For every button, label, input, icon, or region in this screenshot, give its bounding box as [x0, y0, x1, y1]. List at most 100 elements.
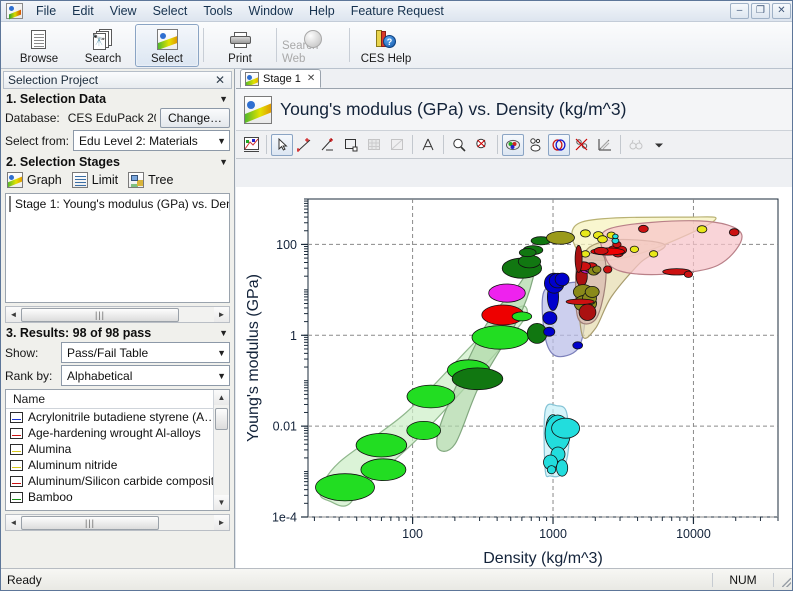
table-row[interactable]: Acrylonitrile butadiene styrene (A…	[6, 409, 213, 425]
table-row[interactable]: Aluminum/Silicon carbide composite	[6, 473, 213, 489]
table-row[interactable]: Age-hardening wrought Al-alloys	[6, 425, 213, 441]
material-color-icon	[10, 475, 23, 487]
chart-properties-icon[interactable]	[240, 134, 262, 156]
selection-project-panel: Selection Project ✕ 1. Selection Data ▼ …	[1, 69, 235, 568]
add-graph-stage-button[interactable]: Graph	[7, 172, 62, 188]
draw-line-icon[interactable]	[294, 134, 316, 156]
close-icon[interactable]: ✕	[307, 73, 315, 84]
results-table-body: Name Acrylonitrile butadiene styrene (A……	[6, 390, 213, 510]
menu-item-file[interactable]: File	[28, 2, 64, 20]
resize-grip[interactable]	[774, 569, 792, 590]
menu-item-edit[interactable]: Edit	[64, 2, 102, 20]
scroll-thumb[interactable]	[215, 408, 228, 430]
material-bubble	[696, 225, 708, 234]
scroll-thumb[interactable]: |||	[21, 307, 179, 322]
show-envelopes-icon[interactable]	[548, 133, 570, 156]
pointer-arrow-icon[interactable]	[271, 133, 293, 156]
scroll-down-icon[interactable]: ▼	[214, 495, 229, 510]
database-value: CES EduPack 200	[67, 111, 156, 125]
chart-title-bar: Young's modulus (GPa) vs. Density (kg/m^…	[236, 89, 792, 131]
material-bubble	[574, 244, 583, 273]
scroll-right-icon[interactable]: ►	[214, 515, 229, 530]
show-records-icon[interactable]	[502, 133, 524, 156]
zoom-reset-icon[interactable]	[471, 134, 493, 156]
hide-failed-icon[interactable]	[571, 134, 593, 156]
search-web-icon	[625, 134, 647, 156]
section-selection-stages-header[interactable]: 2. Selection Stages ▼	[1, 152, 234, 170]
material-bubble	[546, 230, 575, 245]
section-results-header[interactable]: 3. Results: 98 of 98 pass ▼	[1, 323, 234, 341]
chevron-down-icon[interactable]	[648, 134, 670, 156]
menu-item-feature-request[interactable]: Feature Request	[343, 2, 452, 20]
tab-stage-1[interactable]: Stage 1 ✕	[240, 69, 322, 88]
stage-list-hscrollbar[interactable]: ◄ ||| ►	[5, 306, 230, 323]
select-from-row: Select from: Edu Level 2: Materials ▼	[1, 129, 234, 152]
scroll-track[interactable]	[159, 515, 214, 530]
material-bubble	[648, 250, 659, 258]
material-bubble	[612, 233, 619, 240]
toolbar-separator	[203, 28, 204, 62]
toolbar-separator-3	[443, 135, 444, 154]
menu-item-view[interactable]: View	[102, 2, 145, 20]
show-row: Show: Pass/Fail Table ▼	[1, 341, 234, 364]
change-database-button[interactable]: Change…	[159, 108, 230, 128]
add-tree-stage-button[interactable]: Tree	[128, 172, 173, 188]
rank-by-value: Alphabetical	[67, 368, 133, 383]
zoom-icon[interactable]	[448, 134, 470, 156]
material-bubble	[551, 417, 581, 439]
scroll-left-icon[interactable]: ◄	[6, 515, 21, 530]
chevron-down-icon[interactable]: ▼	[219, 328, 228, 338]
scroll-track[interactable]	[179, 307, 214, 322]
scroll-up-icon[interactable]: ▲	[214, 390, 229, 405]
table-row[interactable]: Aluminum nitride	[6, 457, 213, 473]
results-hscrollbar[interactable]: ◄ ||| ►	[5, 514, 230, 531]
autoscale-icon[interactable]	[594, 134, 616, 156]
select-button[interactable]: Select	[135, 23, 199, 67]
menu-item-window[interactable]: Window	[241, 2, 301, 20]
material-bubble	[451, 367, 504, 391]
list-item[interactable]: Stage 1: Young's modulus (GPa) vs. Densi…	[6, 194, 229, 214]
search-button[interactable]: 🔭 Search	[71, 24, 135, 67]
add-limit-stage-button[interactable]: Limit	[71, 172, 118, 188]
y-axis-label: Young's modulus (GPa)	[245, 274, 262, 442]
table-row[interactable]: Bamboo	[6, 489, 213, 505]
search-web-button: Search Web	[281, 24, 345, 67]
minimize-button[interactable]: –	[730, 3, 749, 19]
chevron-down-icon[interactable]: ▼	[219, 157, 228, 167]
scroll-left-icon[interactable]: ◄	[6, 307, 21, 322]
material-name: Alumina	[28, 442, 72, 456]
app-logo-icon	[6, 3, 23, 19]
close-icon[interactable]: ✕	[213, 73, 227, 87]
show-dropdown[interactable]: Pass/Fail Table ▼	[61, 342, 230, 363]
section-selection-data-header[interactable]: 1. Selection Data ▼	[1, 89, 234, 107]
select-from-dropdown[interactable]: Edu Level 2: Materials ▼	[73, 130, 230, 151]
select-from-value: Edu Level 2: Materials	[79, 133, 198, 148]
browse-button[interactable]: Browse	[7, 24, 71, 67]
close-button[interactable]: ✕	[772, 3, 791, 19]
results-vscrollbar[interactable]: ▲ ▼	[213, 390, 229, 510]
chart-plot-area[interactable]: 100 1000 10000 1e-4 0.01 1 100 Density (kg/m^3)…	[236, 187, 793, 568]
results-table[interactable]: Name Acrylonitrile butadiene styrene (A……	[5, 389, 230, 511]
draw-gradient-line-icon[interactable]	[317, 134, 339, 156]
stage-list[interactable]: Stage 1: Young's modulus (GPa) vs. Densi…	[5, 193, 230, 303]
ashby-chart[interactable]: 100 1000 10000 1e-4 0.01 1 100 Density (kg/m^3)…	[236, 187, 793, 568]
add-text-icon[interactable]	[417, 134, 439, 156]
x-axis-label: Density (kg/m^3)	[483, 550, 603, 567]
rank-by-dropdown[interactable]: Alphabetical ▼	[61, 365, 230, 386]
print-button[interactable]: Print	[208, 24, 272, 67]
help-book-icon: ?	[373, 28, 399, 52]
chevron-down-icon[interactable]: ▼	[219, 94, 228, 104]
tree-icon	[128, 172, 145, 188]
page-title: Young's modulus (GPa) vs. Density (kg/m^…	[280, 99, 627, 119]
menu-item-help[interactable]: Help	[301, 2, 343, 20]
menu-item-select[interactable]: Select	[145, 2, 196, 20]
restore-button[interactable]: ❐	[751, 3, 770, 19]
draw-box-icon[interactable]	[340, 134, 362, 156]
table-row[interactable]: Alumina	[6, 441, 213, 457]
ces-help-button[interactable]: ? CES Help	[354, 24, 418, 67]
scroll-right-icon[interactable]: ►	[214, 307, 229, 322]
column-header-name[interactable]: Name	[6, 390, 213, 409]
scroll-thumb[interactable]: |||	[21, 515, 159, 530]
menu-item-tools[interactable]: Tools	[195, 2, 240, 20]
show-families-icon[interactable]	[525, 134, 547, 156]
